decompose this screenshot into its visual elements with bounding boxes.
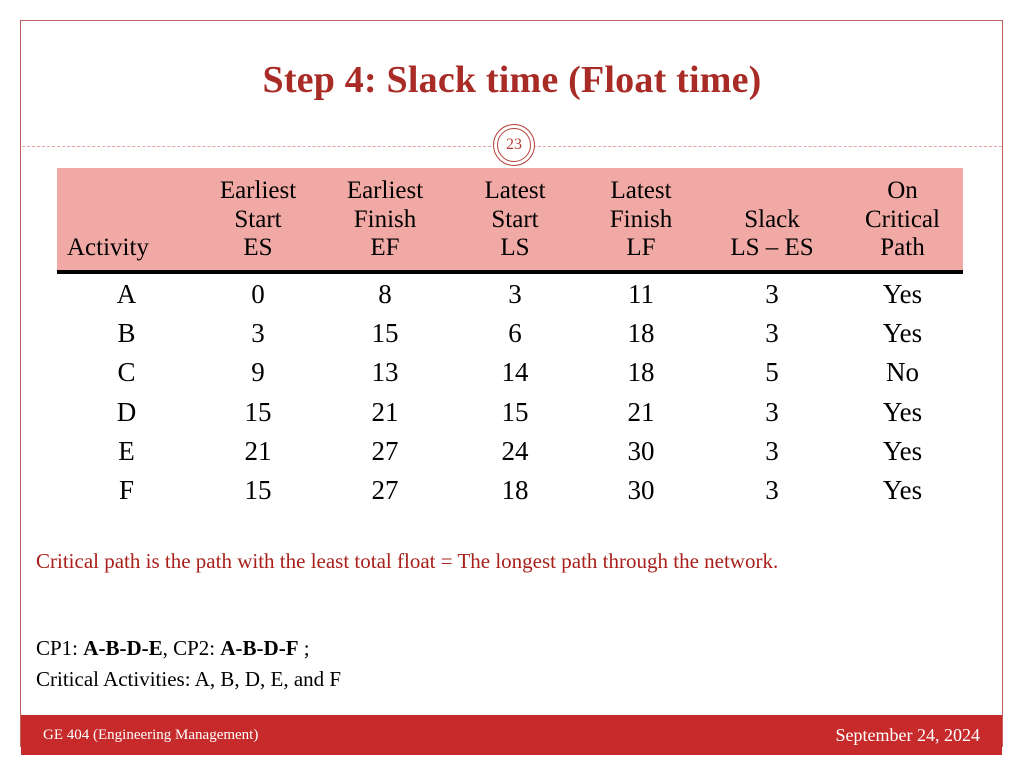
column-header-latest-finish: Latest Finish LF	[580, 168, 702, 274]
cell-latest-start: 3	[508, 278, 522, 309]
slide: Step 4: Slack time (Float time) 23 Activ…	[0, 0, 1024, 768]
cell-on-critical-path: No	[886, 357, 919, 388]
header-line-3: EF	[370, 234, 400, 261]
critical-path-note: Critical path is the path with the least…	[36, 549, 779, 573]
footer-date-label: September 24, 2024	[835, 724, 980, 745]
cp1-path: A-B-D-E	[83, 636, 163, 660]
header-line-2: Critical	[865, 205, 940, 233]
cell-on-critical-path: Yes	[882, 435, 923, 466]
column-header-earliest-start: Earliest Start ES	[196, 168, 320, 274]
cp-paths-line: CP1: A-B-D-E, CP2: A-B-D-F ;	[36, 633, 980, 664]
cp2-label: , CP2:	[162, 636, 221, 660]
header-line-3: ES	[243, 234, 273, 261]
table-row: C 9 13 14 18 5 No	[57, 352, 963, 391]
cell-activity: C	[117, 357, 136, 388]
table-row: B 3 15 6 18 3 Yes	[57, 313, 963, 352]
page-title: Step 4: Slack time (Float time)	[262, 59, 762, 101]
cell-latest-finish: 30	[627, 475, 655, 506]
header-line-2: Slack	[744, 205, 800, 233]
header-line-3: Path	[880, 234, 925, 261]
cell-earliest-finish: 8	[378, 278, 392, 309]
cell-latest-finish: 18	[627, 357, 655, 388]
cell-earliest-finish: 27	[371, 475, 399, 506]
cp2-path: A-B-D-F	[220, 636, 299, 660]
cell-earliest-finish: 27	[371, 435, 399, 466]
footer-course-label: GE 404 (Engineering Management)	[43, 726, 259, 743]
cell-slack: 3	[765, 396, 779, 427]
page-number-label: 23	[506, 136, 522, 153]
cell-latest-finish: 21	[627, 396, 655, 427]
cp1-label: CP1:	[36, 636, 84, 660]
cell-latest-finish: 18	[627, 317, 655, 348]
cell-slack: 3	[765, 278, 779, 309]
cell-latest-start: 14	[501, 357, 529, 388]
critical-path-summary: CP1: A-B-D-E, CP2: A-B-D-F ; Critical Ac…	[36, 633, 980, 695]
cell-slack: 3	[765, 475, 779, 506]
header-line-3: LS	[500, 234, 530, 261]
column-header-on-critical-path: On Critical Path	[842, 168, 963, 274]
table-row: F 15 27 18 30 3 Yes	[57, 470, 963, 509]
cell-on-critical-path: Yes	[882, 278, 923, 309]
cell-activity: B	[117, 317, 136, 348]
header-line-3: LF	[626, 234, 656, 261]
cell-earliest-finish: 13	[371, 357, 399, 388]
header-line-1: Latest	[484, 177, 546, 204]
cell-latest-start: 18	[501, 475, 529, 506]
cell-slack: 5	[765, 357, 779, 388]
cp-line-suffix: ;	[298, 636, 310, 660]
header-line-1: Earliest	[346, 177, 424, 204]
cell-slack: 3	[765, 435, 779, 466]
column-header-latest-start: Latest Start LS	[450, 168, 580, 274]
cell-earliest-finish: 21	[371, 396, 399, 427]
cell-earliest-start: 15	[244, 475, 272, 506]
table-row: E 21 27 24 30 3 Yes	[57, 431, 963, 470]
header-line-3: LS – ES	[730, 234, 814, 261]
table-row: D 15 21 15 21 3 Yes	[57, 392, 963, 431]
column-header-earliest-finish: Earliest Finish EF	[320, 168, 450, 274]
header-line-1: Latest	[610, 177, 672, 204]
cell-slack: 3	[765, 317, 779, 348]
schedule-table-container: Activity Earliest Start ES Earliest Fini…	[57, 168, 963, 510]
cell-activity: A	[116, 278, 137, 309]
cell-activity: D	[116, 396, 137, 427]
header-line-2: Finish	[353, 205, 417, 233]
header-line-2: Start	[234, 205, 282, 233]
cell-latest-finish: 30	[627, 435, 655, 466]
schedule-table: Activity Earliest Start ES Earliest Fini…	[57, 168, 963, 510]
cell-on-critical-path: Yes	[882, 475, 923, 506]
cell-latest-finish: 11	[628, 278, 654, 309]
cell-earliest-start: 21	[244, 435, 272, 466]
cell-earliest-start: 9	[251, 357, 265, 388]
cell-earliest-start: 0	[251, 278, 265, 309]
cell-earliest-finish: 15	[371, 317, 399, 348]
cell-earliest-start: 15	[244, 396, 272, 427]
cell-latest-start: 15	[501, 396, 529, 427]
header-line-1: Earliest	[219, 177, 297, 204]
cell-activity: E	[118, 435, 135, 466]
header-line-2: Finish	[609, 205, 673, 233]
header-line-1: On	[887, 177, 918, 204]
cell-on-critical-path: Yes	[882, 317, 923, 348]
table-body: A 0 8 3 11 3 Yes B 3 15 6 18 3 Yes C 9 13 14 18 5 No D 15 21 15 2…	[57, 272, 963, 510]
cell-latest-start: 6	[508, 317, 522, 348]
cell-latest-start: 24	[501, 435, 529, 466]
table-row: A 0 8 3 11 3 Yes	[57, 272, 963, 313]
critical-activities-line: Critical Activities: A, B, D, E, and F	[36, 667, 342, 692]
column-header-activity: Activity	[57, 168, 196, 274]
column-header-slack: Slack LS – ES	[702, 168, 842, 274]
cell-earliest-start: 3	[251, 317, 265, 348]
table-header: Activity Earliest Start ES Earliest Fini…	[57, 168, 963, 274]
cell-on-critical-path: Yes	[882, 396, 923, 427]
slide-footer: GE 404 (Engineering Management) Septembe…	[21, 715, 1002, 755]
header-line-2: Start	[491, 205, 539, 233]
header-line-3: Activity	[67, 234, 149, 261]
page-number-badge: 23	[493, 124, 535, 166]
cell-activity: F	[118, 475, 135, 506]
